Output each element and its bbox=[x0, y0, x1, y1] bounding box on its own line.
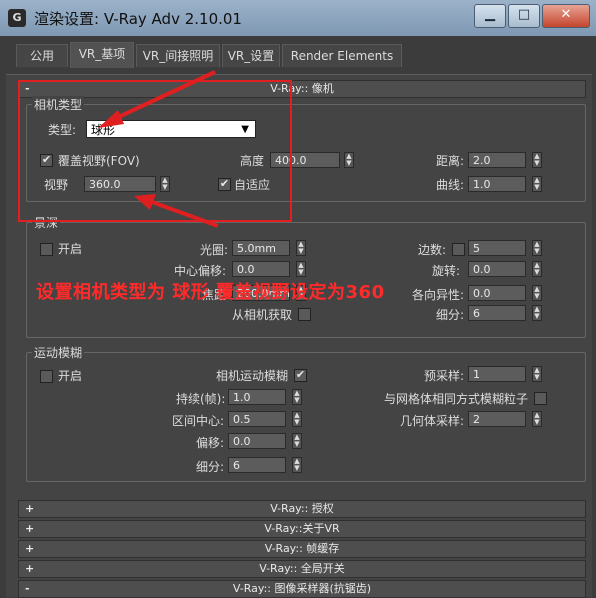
annotation-arrow-to-fov bbox=[134, 194, 219, 228]
annotation-text: 设置相机类型为 球形 覆盖视野设定为360 bbox=[36, 282, 385, 303]
annotation-arrow-to-type bbox=[98, 70, 216, 128]
